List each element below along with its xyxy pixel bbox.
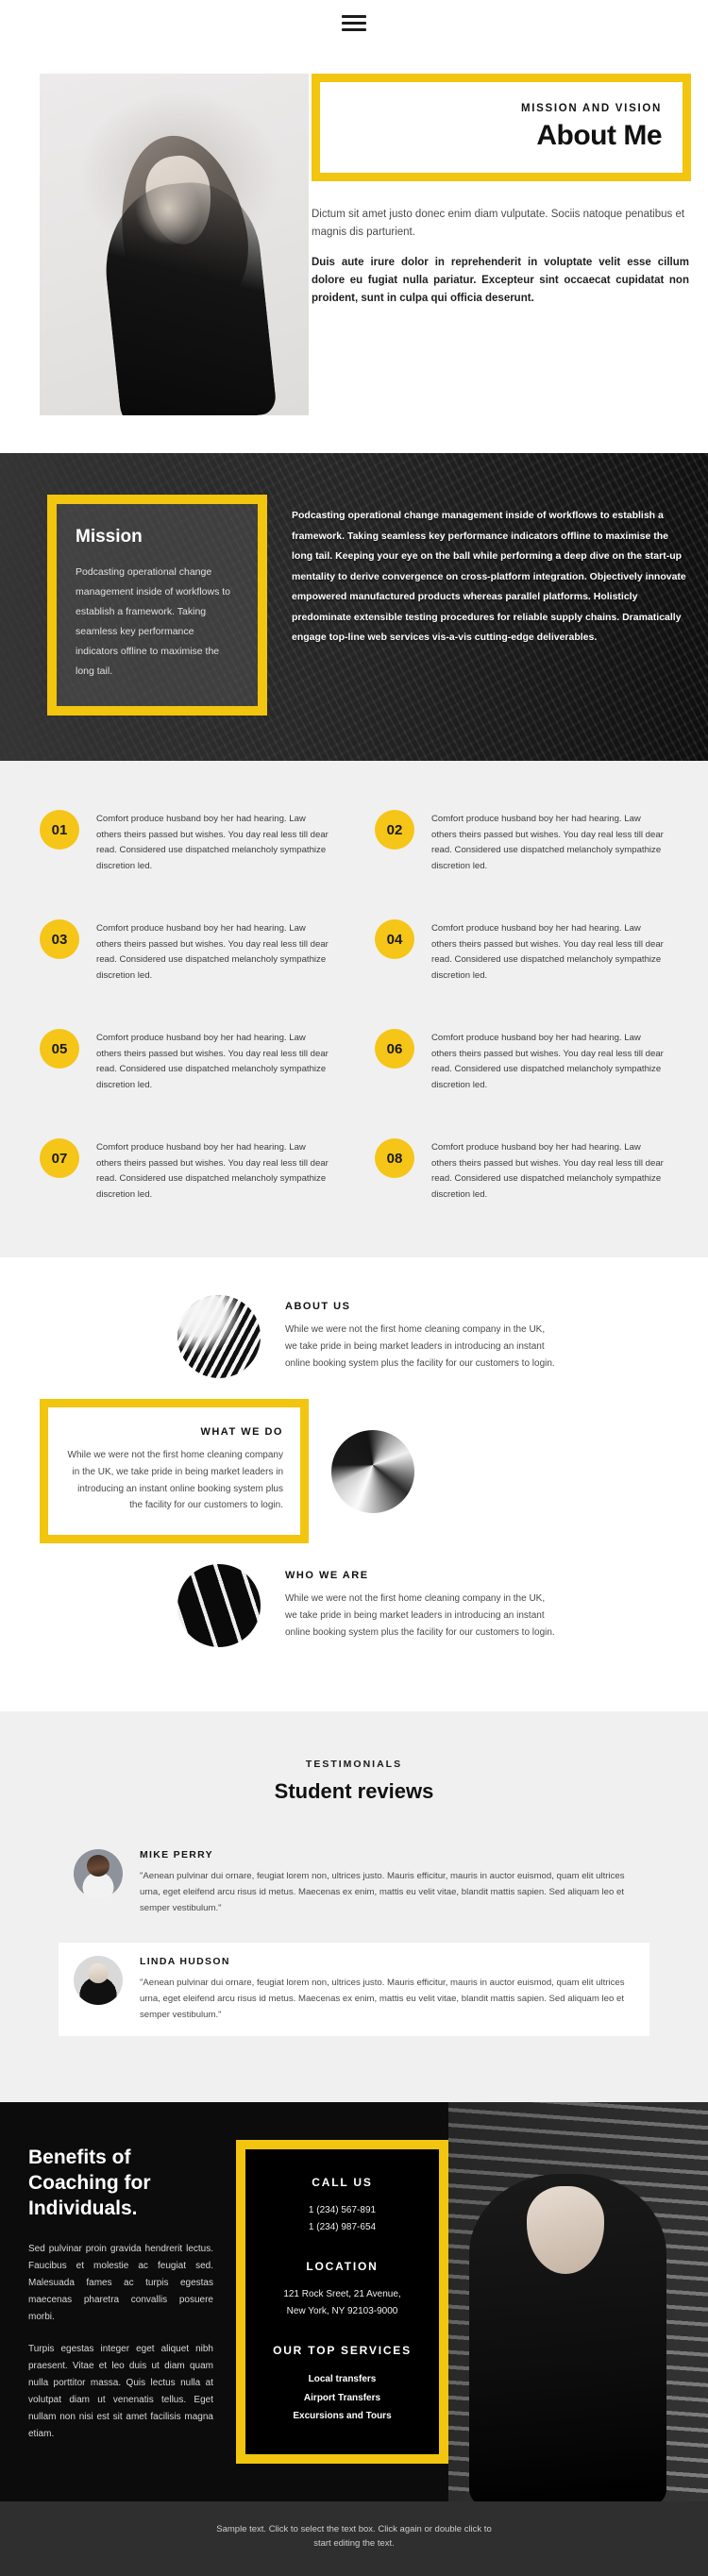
about-us-body: ABOUT US While we were not the first hom… [261, 1301, 682, 1372]
feature-text: Comfort produce husband boy her had hear… [96, 1033, 329, 1090]
architecture-photo [177, 1564, 261, 1648]
review-body: MIKE PERRY "Aenean pulvinar dui ornare, … [140, 1849, 634, 1916]
hero-paragraph-light: Dictum sit amet justo donec enim diam vu… [312, 209, 685, 238]
mission-body: Podcasting operational change management… [267, 495, 687, 648]
avatar [74, 1849, 123, 1899]
feature-item: 06 Comfort produce husband boy her had he… [375, 1029, 668, 1093]
who-we-are-title: WHO WE ARE [285, 1570, 369, 1582]
footer-paragraph-1: Sed pulvinar proin gravida hendrerit lec… [28, 2243, 213, 2322]
feature-item: 01 Comfort produce husband boy her had he… [40, 810, 333, 874]
about-blocks-section: ABOUT US While we were not the first hom… [0, 1257, 708, 1712]
feature-item: 05 Comfort produce husband boy her had he… [40, 1029, 333, 1093]
service-item[interactable]: Local transfers [259, 2370, 426, 2389]
hero-paragraph-bold: Duis aute irure dolor in reprehenderit i… [312, 257, 689, 304]
feature-number: 02 [375, 810, 414, 850]
feature-text: Comfort produce husband boy her had hear… [431, 923, 664, 981]
feature-text: Comfort produce husband boy her had hear… [96, 1142, 329, 1200]
mission-card: Mission Podcasting operational change ma… [47, 495, 267, 716]
services-heading: OUR TOP SERVICES [273, 2344, 412, 2358]
footer-sample-text[interactable]: Sample text. Click to select the text bo… [208, 2522, 500, 2551]
about-us-title: ABOUT US [285, 1301, 351, 1313]
feature-number: 08 [375, 1138, 414, 1178]
reviewer-name: MIKE PERRY [140, 1849, 213, 1861]
what-we-do-text: While we were not the first home cleanin… [67, 1450, 283, 1511]
feature-number: 07 [40, 1138, 79, 1178]
hero-content: MISSION AND VISION About Me Dictum sit a… [312, 74, 708, 307]
call-us-heading: CALL US [312, 2176, 373, 2190]
feature-item: 08 Comfort produce husband boy her had he… [375, 1138, 668, 1203]
address-line-2: New York, NY 92103-9000 [286, 2305, 398, 2316]
location-heading: LOCATION [306, 2260, 379, 2274]
hero-section: MISSION AND VISION About Me Dictum sit a… [0, 45, 708, 453]
feature-item: 07 Comfort produce husband boy her had he… [40, 1138, 333, 1203]
feature-number: 01 [40, 810, 79, 850]
footer-paragraph-2: Turpis egestas integer eget aliquet nibh… [28, 2343, 213, 2439]
review-item: MIKE PERRY "Aenean pulvinar dui ornare, … [59, 1836, 649, 1929]
page-title: About Me [536, 120, 662, 151]
footer-photo [448, 2102, 708, 2501]
phone-number-1[interactable]: 1 (234) 567-891 [259, 2202, 426, 2219]
hamburger-bar [342, 27, 366, 31]
phone-number-2[interactable]: 1 (234) 987-654 [259, 2219, 426, 2236]
footer-contact-column: CALL US 1 (234) 567-891 1 (234) 987-654 … [236, 2102, 448, 2501]
feature-number: 06 [375, 1029, 414, 1069]
feature-text: Comfort produce husband boy her had hear… [431, 1142, 664, 1200]
feature-number: 03 [40, 919, 79, 959]
who-we-are-text: While we were not the first home cleanin… [285, 1593, 555, 1639]
hamburger-menu-icon[interactable] [342, 11, 366, 35]
hamburger-bar [342, 14, 366, 18]
feature-item: 02 Comfort produce husband boy her had he… [375, 810, 668, 874]
hero-photo-wrapper [0, 74, 312, 415]
feature-item: 03 Comfort produce husband boy her had he… [40, 919, 333, 984]
feature-text: Comfort produce husband boy her had hear… [96, 923, 329, 981]
hamburger-bar [342, 21, 366, 25]
block-row-about-us: ABOUT US While we were not the first hom… [0, 1295, 708, 1378]
block-row-who-we-are: WHO WE ARE While we were not the first h… [0, 1564, 708, 1648]
review-item: LINDA HUDSON "Aenean pulvinar dui ornare… [59, 1943, 649, 2037]
feature-number: 04 [375, 919, 414, 959]
what-we-do-frame: WHAT WE DO While we were not the first h… [40, 1399, 309, 1544]
footer-title: Benefits of Coaching for Individuals. [28, 2147, 151, 2220]
feature-text: Comfort produce husband boy her had hear… [96, 814, 329, 871]
mission-card-title: Mission [76, 527, 143, 547]
road-photo [331, 1429, 414, 1513]
address-line-1: 121 Rock Sreet, 21 Avenue, [283, 2289, 401, 2300]
reviewer-quote: "Aenean pulvinar dui ornare, feugiat lor… [140, 1978, 625, 2020]
review-body: LINDA HUDSON "Aenean pulvinar dui ornare… [140, 1956, 634, 2023]
hero-body: Dictum sit amet justo donec enim diam vu… [312, 206, 691, 307]
block-row-what-we-do: WHAT WE DO While we were not the first h… [0, 1399, 708, 1544]
reviewer-name: LINDA HUDSON [140, 1956, 230, 1968]
what-we-do-title: WHAT WE DO [200, 1426, 283, 1438]
testimonials-section: TESTIMONIALS Student reviews MIKE PERRY … [0, 1711, 708, 2103]
mission-card-text: Podcasting operational change management… [76, 566, 230, 677]
about-us-text: While we were not the first home cleanin… [285, 1324, 555, 1369]
feature-text: Comfort produce husband boy her had hear… [431, 814, 664, 871]
site-header [0, 0, 708, 45]
testimonials-title: Student reviews [274, 1779, 434, 1804]
mission-section: Mission Podcasting operational change ma… [0, 453, 708, 761]
footer-note-bar: Sample text. Click to select the text bo… [0, 2500, 708, 2576]
avatar [74, 1956, 123, 2006]
footer-left-column: Benefits of Coaching for Individuals. Se… [0, 2102, 236, 2501]
about-title-frame: MISSION AND VISION About Me [312, 74, 691, 181]
footer-section: Benefits of Coaching for Individuals. Se… [0, 2102, 708, 2501]
service-item[interactable]: Airport Transfers [259, 2389, 426, 2408]
portrait-photo [40, 74, 309, 415]
mission-inner: Mission Podcasting operational change ma… [0, 495, 708, 716]
feature-text: Comfort produce husband boy her had hear… [431, 1033, 664, 1090]
service-item[interactable]: Excursions and Tours [259, 2407, 426, 2426]
gears-photo [177, 1295, 261, 1378]
testimonials-eyebrow: TESTIMONIALS [305, 1759, 403, 1771]
feature-item: 04 Comfort produce husband boy her had he… [375, 919, 668, 984]
features-grid: 01 Comfort produce husband boy her had he… [0, 761, 708, 1257]
hero-eyebrow: MISSION AND VISION [520, 103, 662, 114]
contact-frame: CALL US 1 (234) 567-891 1 (234) 987-654 … [236, 2140, 448, 2464]
reviewer-quote: "Aenean pulvinar dui ornare, feugiat lor… [140, 1871, 625, 1913]
mission-body-text: Podcasting operational change management… [292, 510, 686, 644]
feature-number: 05 [40, 1029, 79, 1069]
who-we-are-body: WHO WE ARE While we were not the first h… [261, 1570, 682, 1641]
